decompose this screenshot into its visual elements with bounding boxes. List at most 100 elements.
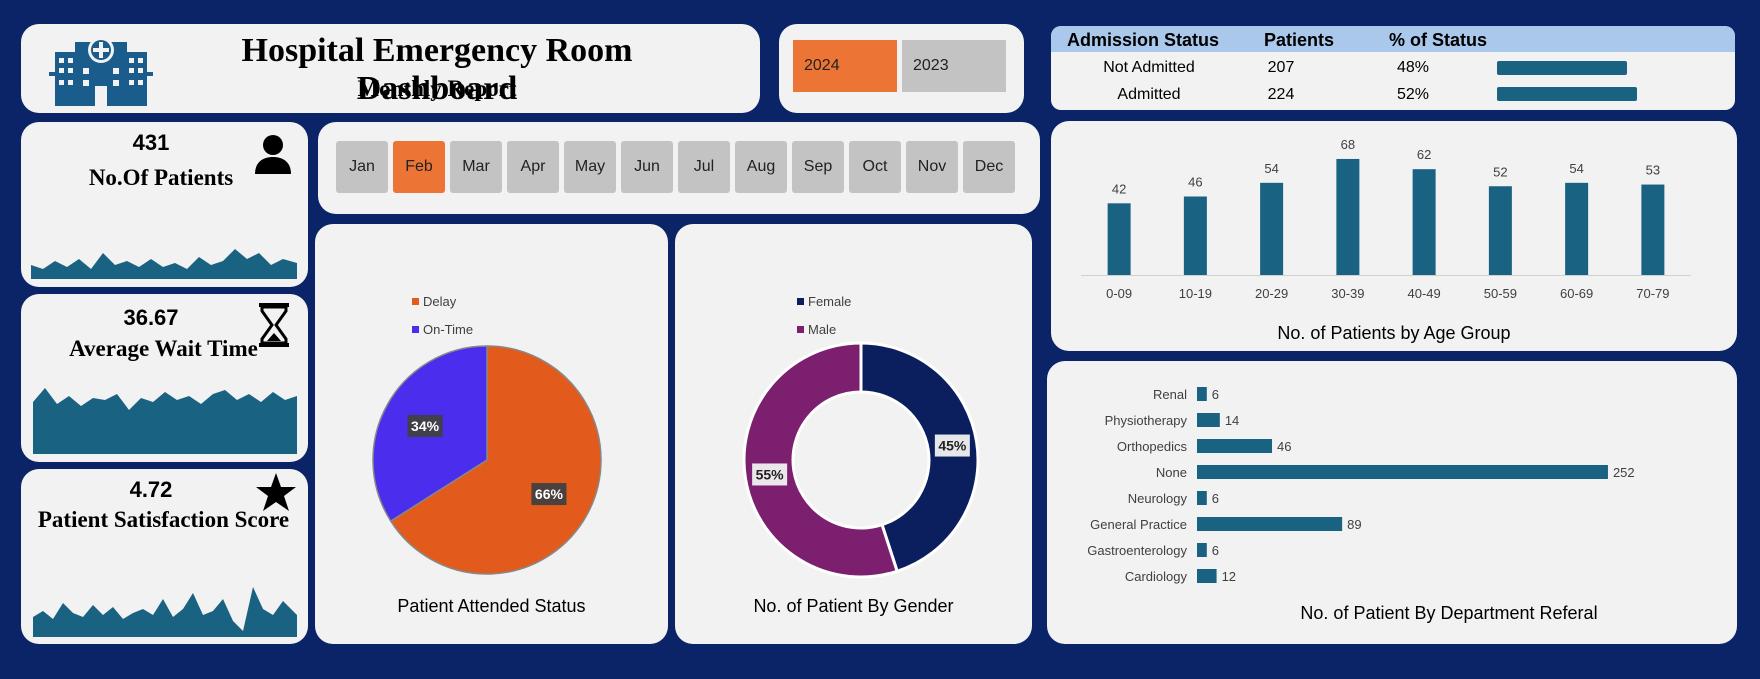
pie-data-label-text: 34%	[411, 418, 440, 434]
legend-item-ontime: On-Time	[412, 322, 473, 337]
y-tick-label: Orthopedics	[1117, 439, 1188, 454]
row-status: Not Admitted	[1103, 59, 1195, 76]
bar-data-label: 53	[1646, 163, 1660, 178]
bar-data-label: 89	[1347, 517, 1361, 532]
bar-data-label: 252	[1613, 465, 1635, 480]
donut-data-label-text: 55%	[756, 466, 785, 482]
bar-data-label: 54	[1264, 161, 1278, 176]
gender-chart-panel: 45% 55% Female Male No. of Patient By Gen…	[675, 224, 1032, 644]
month-button-mar[interactable]: Mar	[450, 141, 502, 193]
legend-item-delay: Delay	[412, 294, 456, 309]
year-button-2024[interactable]: 2024	[793, 40, 897, 92]
month-button-sep[interactable]: Sep	[792, 141, 844, 193]
bar-data-label: 54	[1569, 161, 1583, 176]
person-icon	[255, 135, 291, 174]
x-tick-label: 0-09	[1106, 286, 1132, 301]
bar-data-label: 6	[1212, 543, 1219, 558]
bar-data-label: 6	[1212, 387, 1219, 402]
x-tick-label: 40-49	[1408, 286, 1441, 301]
bar	[1336, 158, 1360, 275]
x-tick-label: 70-79	[1636, 286, 1669, 301]
row-share-bar	[1497, 61, 1627, 75]
y-tick-label: Cardiology	[1125, 569, 1188, 584]
month-button-jan[interactable]: Jan	[336, 141, 388, 193]
month-button-aug[interactable]: Aug	[735, 141, 787, 193]
month-button-feb[interactable]: Feb	[393, 141, 445, 193]
legend-item-female: Female	[797, 294, 851, 309]
sparkline-patients	[31, 249, 297, 279]
bar	[1197, 465, 1608, 479]
month-button-oct[interactable]: Oct	[849, 141, 901, 193]
pie-data-label-text: 66%	[535, 486, 564, 502]
month-button-nov[interactable]: Nov	[906, 141, 958, 193]
y-tick-label: Gastroenterology	[1087, 543, 1187, 558]
kpi-card-patients: 431 No.Of Patients	[21, 122, 308, 287]
department-chart: Renal 6 Physiotherapy 14 Orthopedics 46 None 25…	[1087, 387, 1635, 584]
y-tick-label: None	[1156, 465, 1187, 480]
bar	[1565, 182, 1589, 275]
month-button-dec[interactable]: Dec	[963, 141, 1015, 193]
kpi-card-satisfaction: 4.72 Patient Satisfaction Score	[21, 469, 308, 644]
bar	[1107, 203, 1131, 275]
sparkline-wait-time	[33, 388, 297, 454]
bar	[1197, 439, 1273, 453]
attended-status-chart-panel: 66% 34% Delay On-Time Patient Attended St…	[315, 224, 668, 644]
x-tick-label: 30-39	[1331, 286, 1364, 301]
bar-data-label: 52	[1493, 164, 1507, 179]
bar	[1412, 169, 1436, 275]
gender-chart: 45% 55%	[742, 341, 980, 579]
bar	[1260, 182, 1284, 275]
pie-data-label: 34%	[407, 414, 443, 437]
chart-title: No. of Patients by Age Group	[1277, 323, 1511, 343]
bar	[1197, 387, 1207, 401]
legend-label: Delay	[423, 294, 457, 309]
month-button-jul[interactable]: Jul	[678, 141, 730, 193]
chart-title: No. of Patient By Gender	[753, 596, 954, 616]
chart-title: No. of Patient By Department Referal	[1300, 603, 1598, 623]
bar	[1197, 569, 1217, 583]
attended-status-chart: 66% 34%	[372, 345, 602, 575]
x-tick-label: 10-19	[1179, 286, 1212, 301]
header-panel: Hospital Emergency Room Dashboard Monthl…	[21, 24, 760, 113]
admission-status-table: Admission Status Patients % of Status No…	[1051, 26, 1735, 110]
row-patients: 224	[1267, 86, 1295, 103]
bar	[1197, 517, 1343, 531]
column-header-pct: % of Status	[1389, 30, 1488, 50]
page-subtitle: Monthly Report	[357, 76, 517, 101]
y-tick-label: Renal	[1153, 387, 1187, 402]
row-patients: 207	[1267, 59, 1295, 76]
x-tick-label: 50-59	[1484, 286, 1517, 301]
year-button-2023[interactable]: 2023	[902, 40, 1006, 92]
pie-data-label: 66%	[531, 483, 567, 506]
star-icon	[256, 473, 296, 511]
row-share-bar	[1497, 87, 1638, 101]
row-status: Admitted	[1117, 86, 1181, 103]
table-header-row: Admission Status Patients % of Status	[1051, 26, 1735, 52]
bar-data-label: 12	[1222, 569, 1236, 584]
bar	[1197, 413, 1220, 427]
y-tick-label: Neurology	[1128, 491, 1188, 506]
legend-label: Male	[808, 322, 837, 337]
bar-data-label: 62	[1417, 147, 1431, 162]
row-pct: 52%	[1396, 86, 1430, 103]
donut-data-label-text: 45%	[938, 438, 967, 454]
bar	[1197, 543, 1207, 557]
bar-data-label: 14	[1225, 413, 1239, 428]
month-button-may[interactable]: May	[564, 141, 616, 193]
hospital-logo-icon	[45, 32, 157, 108]
legend-label: Female	[808, 294, 852, 309]
hourglass-icon	[259, 303, 289, 347]
kpi-card-wait-time: 36.67 Average Wait Time	[21, 294, 308, 462]
kpi-value: 36.67	[123, 305, 179, 330]
department-chart-panel: Renal 6 Physiotherapy 14 Orthopedics 46 None 25…	[1047, 361, 1737, 644]
month-button-jun[interactable]: Jun	[621, 141, 673, 193]
age-group-chart-panel: 42 0-09 46 10-19 54 20-29 68 30-39 62 40-49 52 50-5…	[1051, 121, 1737, 351]
month-slicer: Jan Feb Mar Apr May Jun Jul Aug Sep Oct …	[318, 122, 1040, 214]
month-button-apr[interactable]: Apr	[507, 141, 559, 193]
bar	[1197, 491, 1207, 505]
bar-data-label: 42	[1112, 181, 1126, 196]
row-pct: 48%	[1396, 59, 1430, 76]
bar	[1183, 196, 1207, 275]
column-header-status: Admission Status	[1067, 30, 1220, 50]
bar-data-label: 46	[1277, 439, 1291, 454]
